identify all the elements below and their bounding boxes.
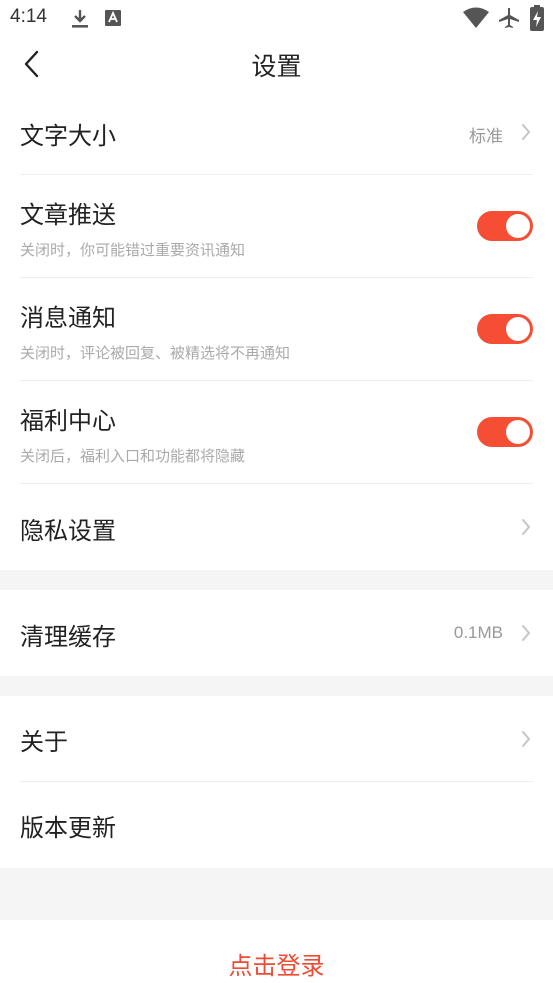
clear-cache-row[interactable]: 清理缓存 0.1MB — [20, 590, 533, 676]
font-size-row[interactable]: 文字大小 标准 — [20, 90, 533, 175]
cache-section: 清理缓存 0.1MB — [0, 590, 553, 676]
message-notify-toggle[interactable] — [477, 314, 533, 344]
clear-cache-label: 清理缓存 — [20, 623, 116, 651]
chevron-right-icon — [522, 625, 531, 641]
title-bar: 设置 — [0, 38, 553, 90]
cache-size-value: 0.1MB — [453, 623, 503, 642]
about-label: 关于 — [20, 728, 68, 756]
message-notify-row: 消息通知 关闭时，评论被回复、被精选将不再通知 — [20, 278, 533, 381]
font-size-value: 标准 — [469, 127, 503, 146]
settings-section: 文字大小 标准 文章推送 关闭时，你可能错过重要资讯通知 消息通知 关闭时，评论… — [0, 90, 553, 570]
status-time: 4:14 — [10, 6, 47, 27]
status-bar: 4:14 — [0, 0, 553, 38]
airplane-mode-icon — [499, 8, 519, 28]
font-size-label: 文字大小 — [20, 122, 116, 150]
version-update-label: 版本更新 — [20, 814, 116, 842]
welfare-center-desc: 关闭后，福利入口和功能都将隐藏 — [20, 447, 246, 465]
toggle-knob — [506, 420, 530, 444]
message-notify-label: 消息通知 — [20, 304, 116, 332]
message-notify-desc: 关闭时，评论被回复、被精选将不再通知 — [20, 344, 291, 362]
about-row[interactable]: 关于 — [20, 696, 533, 782]
chevron-right-icon — [522, 124, 531, 140]
about-section: 关于 版本更新 — [0, 696, 553, 868]
article-push-label: 文章推送 — [20, 201, 116, 229]
chevron-right-icon — [522, 731, 531, 747]
battery-charging-icon — [530, 5, 544, 31]
article-push-desc: 关闭时，你可能错过重要资讯通知 — [20, 241, 246, 259]
app-notification-icon — [105, 10, 121, 26]
article-push-row: 文章推送 关闭时，你可能错过重要资讯通知 — [20, 175, 533, 278]
download-icon — [72, 10, 88, 28]
privacy-row[interactable]: 隐私设置 — [20, 484, 533, 570]
version-update-row[interactable]: 版本更新 — [20, 782, 533, 868]
welfare-center-label: 福利中心 — [20, 407, 116, 435]
chevron-right-icon — [522, 519, 531, 535]
privacy-label: 隐私设置 — [20, 517, 116, 545]
toggle-knob — [506, 317, 530, 341]
welfare-center-toggle[interactable] — [477, 417, 533, 447]
login-button[interactable]: 点击登录 — [0, 946, 553, 981]
welfare-center-row: 福利中心 关闭后，福利入口和功能都将隐藏 — [20, 381, 533, 484]
login-area: 点击登录 — [0, 920, 553, 983]
page-title: 设置 — [251, 52, 302, 81]
toggle-knob — [506, 214, 530, 238]
article-push-toggle[interactable] — [477, 211, 533, 241]
wifi-icon — [463, 7, 489, 28]
